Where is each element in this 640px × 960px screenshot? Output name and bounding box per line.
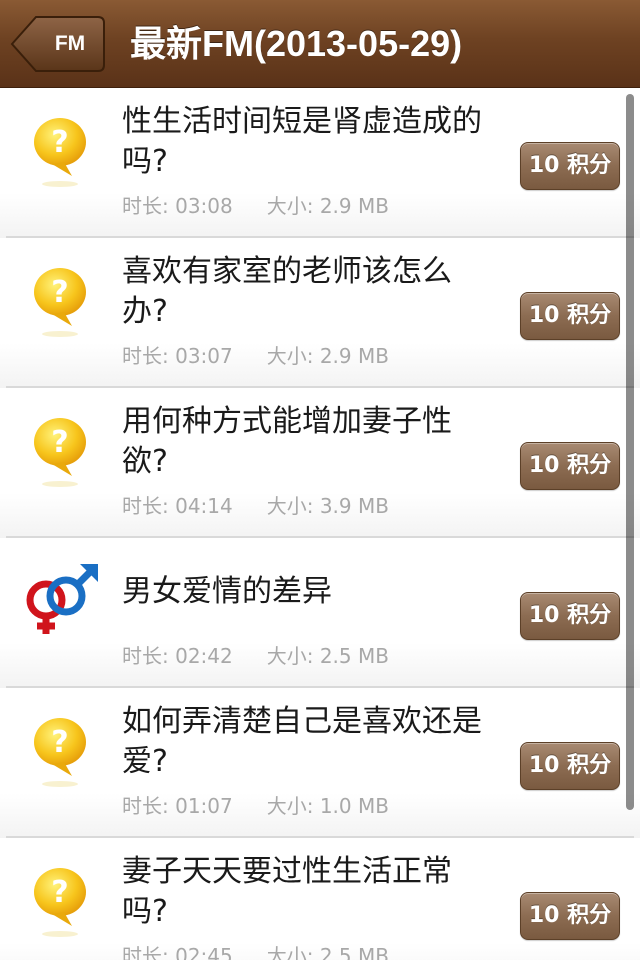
points-button[interactable]: 10 积分 bbox=[520, 142, 620, 190]
points-button[interactable]: 10 积分 bbox=[520, 742, 620, 790]
question-bubble-icon: ? bbox=[22, 710, 102, 790]
item-meta: 时长: 03:07 大小: 2.9 MB bbox=[122, 340, 389, 368]
item-duration: 时长: 03:07 bbox=[122, 344, 233, 368]
item-duration: 时长: 04:14 bbox=[122, 494, 233, 518]
list-item[interactable]: ? 用何种方式能增加妻子性欲? 时长: 04:14 大小: 3.9 MB 10 积… bbox=[0, 388, 640, 538]
gender-symbols-icon bbox=[22, 560, 102, 640]
points-button[interactable]: 10 积分 bbox=[520, 442, 620, 490]
list-item[interactable]: ? 如何弄清楚自己是喜欢还是爱? 时长: 01:07 大小: 1.0 MB 10 … bbox=[0, 688, 640, 838]
item-duration: 时长: 02:42 bbox=[122, 644, 233, 668]
list-item[interactable]: ? 喜欢有家室的老师该怎么办? 时长: 03:07 大小: 2.9 MB 10 积… bbox=[0, 238, 640, 388]
item-size: 大小: 2.5 MB bbox=[266, 644, 389, 668]
item-title: 妻子天天要过性生活正常吗? bbox=[122, 854, 452, 929]
item-size: 大小: 3.9 MB bbox=[266, 494, 389, 518]
page-title: 最新FM(2013-05-29) bbox=[130, 23, 463, 64]
item-meta: 时长: 02:45 大小: 2.5 MB bbox=[122, 940, 389, 960]
item-title: 如何弄清楚自己是喜欢还是爱? bbox=[122, 704, 482, 779]
item-meta: 时长: 01:07 大小: 1.0 MB bbox=[122, 790, 389, 818]
svg-text:?: ? bbox=[51, 725, 68, 760]
item-title: 用何种方式能增加妻子性欲? bbox=[122, 404, 452, 479]
back-button[interactable]: FM bbox=[10, 15, 106, 73]
fm-list[interactable]: ? 性生活时间短是肾虚造成的吗? 时长: 03:08 大小: 2.9 MB 10 … bbox=[0, 88, 640, 960]
list-item[interactable]: ? 妻子天天要过性生活正常吗? 时长: 02:45 大小: 2.5 MB 10 积… bbox=[0, 838, 640, 960]
item-title: 男女爱情的差异 bbox=[122, 574, 332, 609]
back-button-label: FM bbox=[54, 32, 86, 55]
item-duration: 时长: 02:45 bbox=[122, 944, 233, 960]
item-duration: 时长: 03:08 bbox=[122, 194, 233, 218]
svg-text:?: ? bbox=[51, 425, 68, 460]
points-button[interactable]: 10 积分 bbox=[520, 892, 620, 940]
item-meta: 时长: 04:14 大小: 3.9 MB bbox=[122, 490, 389, 518]
item-title: 喜欢有家室的老师该怎么办? bbox=[122, 254, 452, 329]
svg-text:?: ? bbox=[51, 125, 68, 160]
item-title: 性生活时间短是肾虚造成的吗? bbox=[122, 104, 482, 179]
question-bubble-icon: ? bbox=[22, 860, 102, 940]
question-bubble-icon: ? bbox=[22, 260, 102, 340]
item-meta: 时长: 02:42 大小: 2.5 MB bbox=[122, 640, 389, 668]
question-bubble-icon: ? bbox=[22, 110, 102, 190]
list-item[interactable]: 男女爱情的差异 时长: 02:42 大小: 2.5 MB 10 积分 bbox=[0, 538, 640, 688]
svg-text:?: ? bbox=[51, 875, 68, 910]
navigation-bar: FM 最新FM(2013-05-29) bbox=[0, 0, 640, 88]
item-size: 大小: 2.5 MB bbox=[266, 944, 389, 960]
list-item[interactable]: ? 性生活时间短是肾虚造成的吗? 时长: 03:08 大小: 2.9 MB 10 … bbox=[0, 88, 640, 238]
scrollbar[interactable] bbox=[626, 94, 634, 810]
svg-text:?: ? bbox=[51, 275, 68, 310]
item-size: 大小: 2.9 MB bbox=[266, 344, 389, 368]
item-size: 大小: 1.0 MB bbox=[266, 794, 389, 818]
item-meta: 时长: 03:08 大小: 2.9 MB bbox=[122, 190, 389, 218]
item-size: 大小: 2.9 MB bbox=[266, 194, 389, 218]
question-bubble-icon: ? bbox=[22, 410, 102, 490]
points-button[interactable]: 10 积分 bbox=[520, 292, 620, 340]
item-duration: 时长: 01:07 bbox=[122, 794, 233, 818]
points-button[interactable]: 10 积分 bbox=[520, 592, 620, 640]
